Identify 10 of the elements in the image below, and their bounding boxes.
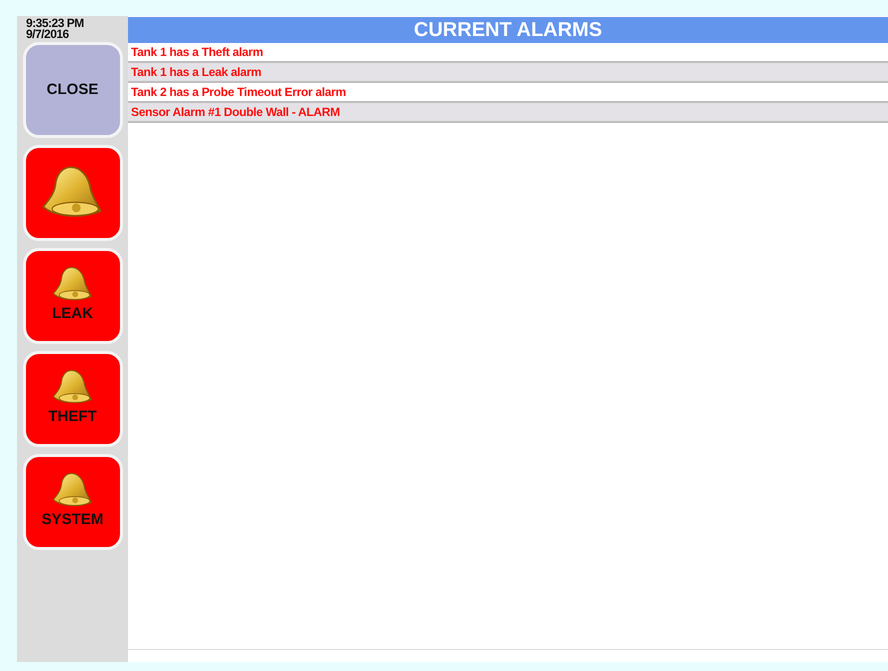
alarm-row: Sensor Alarm #1 Double Wall - ALARM <box>128 103 888 123</box>
alarm-row: Tank 1 has a Leak alarm <box>128 63 888 83</box>
clock-time: 9:35:23 PM <box>26 18 84 29</box>
alarm-button[interactable]: LEAK <box>22 248 122 344</box>
alarms-header: CURRENT ALARMS <box>128 17 888 43</box>
alarm-button[interactable]: SYSTEM <box>22 454 122 550</box>
alarm-button[interactable]: THEFT <box>22 351 122 447</box>
clock-date: 9/7/2016 <box>26 29 70 40</box>
close-button[interactable]: CLOSE <box>22 42 122 138</box>
bell-button[interactable] <box>22 145 122 241</box>
